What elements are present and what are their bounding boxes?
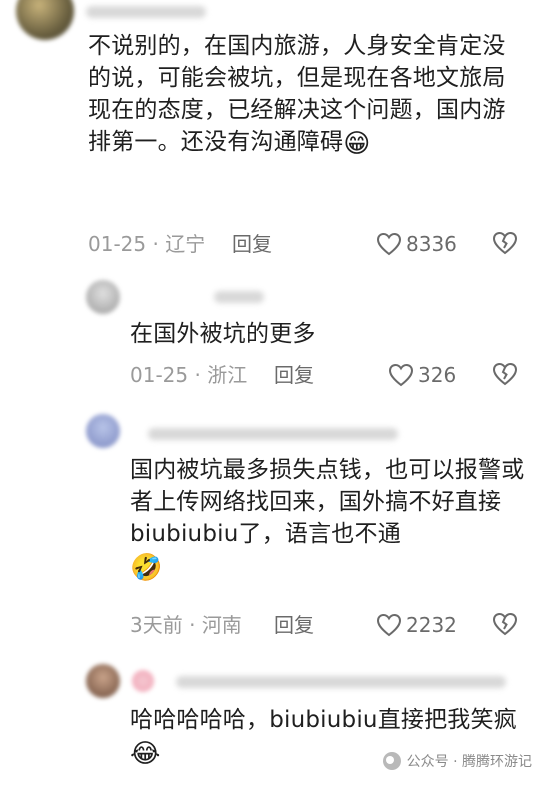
like-button[interactable]: 326 [388,360,456,390]
watermark: 公众号 · 腾腾环游记 [382,751,532,771]
avatar[interactable] [86,414,120,448]
avatar[interactable] [86,664,120,698]
like-count: 8336 [406,232,457,256]
dislike-icon [492,231,518,255]
comment-meta: 3天前 · 河南 [130,613,242,637]
heart-icon [388,363,414,387]
rofl-emoji-icon: 🤣 [130,553,163,583]
comment-text-content: 不说别的，在国内旅游，人身安全肯定没的说，可能会被坑，但是现在各地文旅局现在的态… [88,33,506,155]
comment-location: 河南 [201,613,242,637]
comment-meta: 01-25 · 浙江 [130,363,248,387]
wechat-icon [382,752,401,770]
comment-text-content: 哈哈哈哈哈，biubiubiu直接把我笑疯 [130,707,517,733]
heart-icon [376,613,402,637]
dislike-button[interactable] [492,362,518,386]
username-blurred[interactable] [214,291,264,303]
like-count: 326 [418,363,457,387]
comment-text-content: 国内被坑最多损失点钱，也可以报警或者上传网络找回来，国外搞不好直接biubiub… [130,457,525,547]
reply-button[interactable]: 回复 [274,360,314,390]
username-blurred[interactable] [86,6,206,18]
comment-text: 国内被坑最多损失点钱，也可以报警或者上传网络找回来，国外搞不好直接biubiub… [130,454,530,584]
like-button[interactable]: 8336 [376,229,457,259]
badge-flower-icon [132,670,154,692]
comment-date: 01-25 [130,363,189,387]
comment-text-content: 在国外被坑的更多 [130,321,316,347]
comment-text: 不说别的，在国内旅游，人身安全肯定没的说，可能会被坑，但是现在各地文旅局现在的态… [88,30,516,160]
username-blurred[interactable] [176,676,506,688]
dislike-icon [492,612,518,636]
watermark-text: 公众号 · 腾腾环游记 [406,754,532,770]
reply-button[interactable]: 回复 [274,610,314,640]
comment-meta: 01-25 · 辽宁 [88,232,206,256]
heart-icon [376,232,402,256]
dislike-icon [492,362,518,386]
avatar[interactable] [86,280,120,314]
dislike-button[interactable] [492,231,518,255]
like-button[interactable]: 2232 [376,610,457,640]
grin-emoji-icon: 😁 [343,129,371,159]
avatar[interactable] [16,0,74,40]
comment-date: 3天前 [130,613,183,637]
comment-text: 在国外被坑的更多 [130,318,520,350]
username-blurred[interactable] [148,428,398,440]
comment-date: 01-25 [88,232,147,256]
comment-location: 辽宁 [165,232,206,256]
joy-emoji-icon: 😂 [130,739,161,769]
reply-button[interactable]: 回复 [232,229,272,259]
dislike-button[interactable] [492,612,518,636]
like-count: 2232 [406,613,457,637]
comment-location: 浙江 [207,363,248,387]
